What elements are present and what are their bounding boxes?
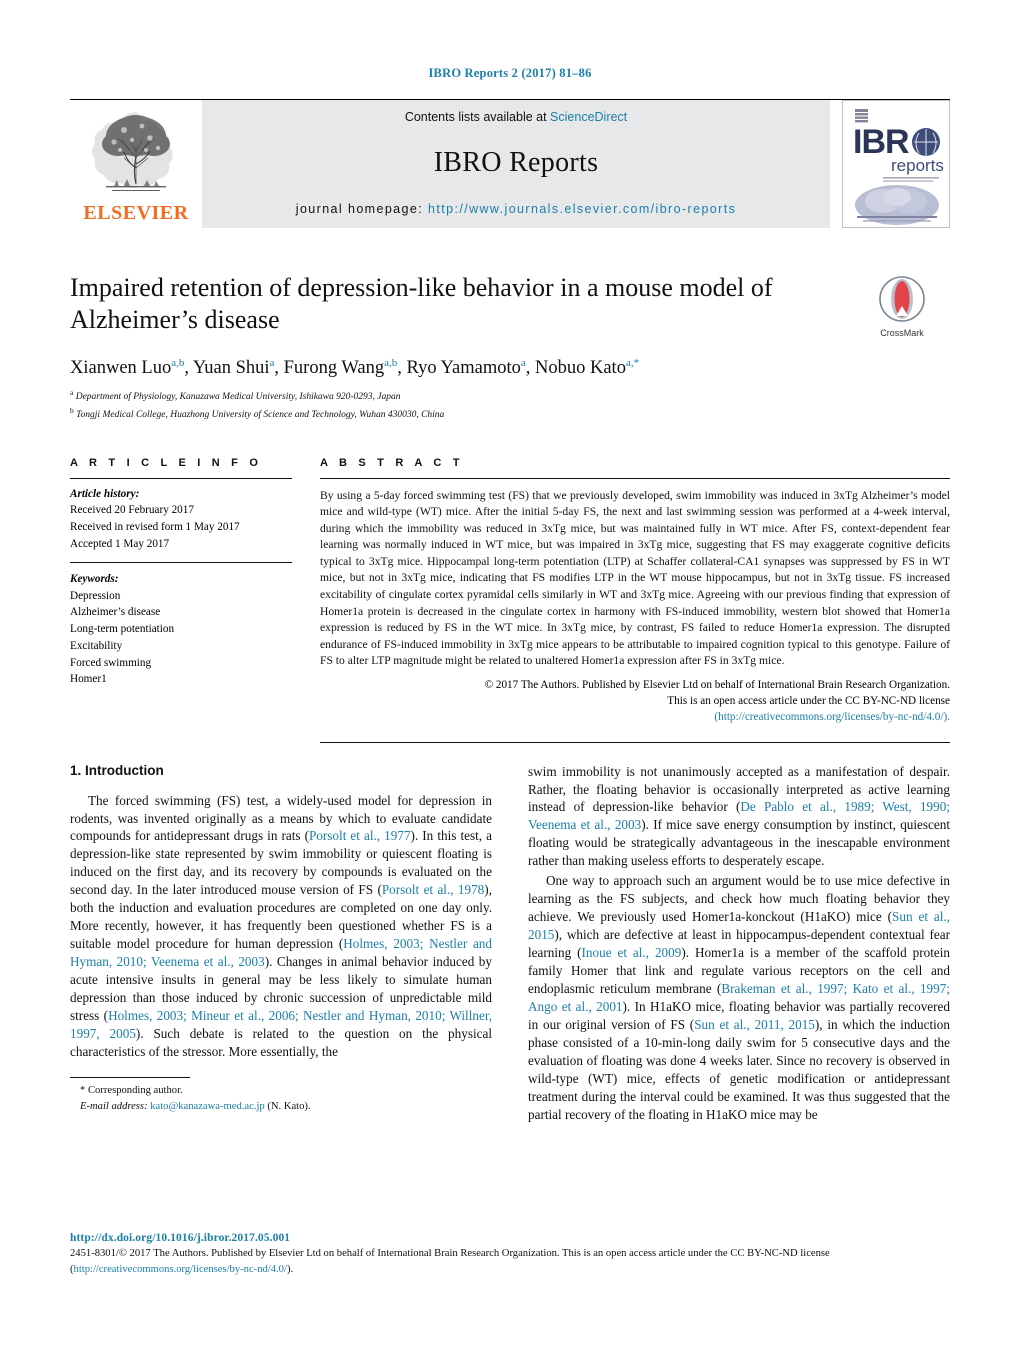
- affiliation-b-text: Tongji Medical College, Huazhong Univers…: [76, 409, 445, 420]
- svg-text:reports: reports: [891, 156, 944, 175]
- body-column-right: swim immobility is not unanimously accep…: [528, 763, 950, 1126]
- elsevier-logo: ELSEVIER: [70, 100, 202, 228]
- author-list: Xianwen Luoa,b, Yuan Shuia, Furong Wanga…: [70, 357, 640, 379]
- contents-prefix: Contents lists available at: [404, 110, 551, 124]
- article-history-label: Article history:: [70, 487, 140, 500]
- contents-available-line: Contents lists available at ScienceDirec…: [405, 110, 627, 124]
- running-head: IBRO Reports 2 (2017) 81–86: [428, 66, 592, 80]
- paragraph: The forced swimming (FS) test, a widely-…: [70, 792, 493, 1059]
- copyright-line-2: This is an open access article under the…: [667, 695, 950, 708]
- article-history: Article history: Received 20 February 20…: [70, 486, 292, 553]
- paragraph: swim immobility is not unanimously accep…: [528, 763, 951, 869]
- journal-band: Contents lists available at ScienceDirec…: [202, 100, 830, 228]
- title-block: Impaired retention of depression-like be…: [70, 272, 950, 423]
- license-link[interactable]: (http://creativecommons.org/licenses/by-…: [320, 709, 950, 725]
- affiliation-b: b Tongji Medical College, Huazhong Unive…: [70, 405, 445, 420]
- page-footer: http://dx.doi.org/10.1016/j.ibror.2017.0…: [70, 1232, 950, 1277]
- section-heading-introduction: 1. Introduction: [70, 762, 164, 778]
- history-item: Accepted 1 May 2017: [70, 537, 170, 550]
- info-abstract-section: A R T I C L E I N F O Article history: R…: [70, 457, 950, 743]
- keyword-item: Depression: [70, 589, 121, 602]
- footnote-rule: [70, 1076, 190, 1078]
- keyword-item: Excitability: [70, 639, 123, 652]
- info-rule-top: [70, 477, 292, 479]
- keywords-block: Keywords: Depression Alzheimer’s disease…: [70, 571, 292, 689]
- crossmark-icon: [879, 276, 925, 322]
- journal-masthead: ELSEVIER Contents lists available at Sci…: [70, 99, 950, 228]
- journal-homepage-line: journal homepage: http://www.journals.el…: [296, 202, 736, 216]
- body-columns: 1. Introduction The forced swimming (FS)…: [70, 763, 950, 1126]
- info-rule-mid: [70, 561, 292, 563]
- email-label: E-mail address:: [80, 1100, 148, 1112]
- footer-copyright: 2451-8301/© 2017 The Authors. Published …: [70, 1246, 950, 1277]
- crossmark-badge[interactable]: CrossMark: [854, 272, 950, 338]
- crossmark-label: CrossMark: [880, 328, 924, 338]
- elsevier-wordmark: ELSEVIER: [83, 202, 189, 224]
- sciencedirect-link[interactable]: ScienceDirect: [550, 110, 627, 124]
- abstract-column: A B S T R A C T By using a 5-day forced …: [320, 457, 950, 743]
- copyright-line-1: © 2017 The Authors. Published by Elsevie…: [484, 678, 950, 691]
- paragraph: One way to approach such an argument wou…: [528, 873, 950, 1122]
- page-title: Impaired retention of depression-like be…: [70, 273, 773, 335]
- journal-title: IBRO Reports: [433, 147, 599, 178]
- doi-link[interactable]: http://dx.doi.org/10.1016/j.ibror.2017.0…: [70, 1232, 950, 1244]
- abstract-rule-bottom: [320, 741, 950, 743]
- abstract-copyright: © 2017 The Authors. Published by Elsevie…: [320, 677, 950, 726]
- abstract-heading: A B S T R A C T: [320, 456, 464, 469]
- history-item: Received 20 February 2017: [70, 504, 194, 517]
- elsevier-tree-icon: [92, 112, 173, 191]
- email-link[interactable]: kato@kanazawa-med.ac.jp: [150, 1101, 264, 1112]
- article-info-heading: A R T I C L E I N F O: [70, 456, 263, 469]
- article-page: IBRO Reports 2 (2017) 81–86 ELSEVIER Con…: [0, 0, 1020, 1351]
- keywords-label: Keywords:: [70, 572, 119, 585]
- history-item: Received in revised form 1 May 2017: [70, 521, 240, 534]
- corresponding-author-note: * Corresponding author.: [80, 1084, 183, 1096]
- keyword-item: Homer1: [70, 673, 107, 686]
- affiliation-a-text: Department of Physiology, Kanazawa Medic…: [75, 391, 401, 402]
- footer-copyright-suffix: ).: [286, 1263, 294, 1275]
- footnote-block: * Corresponding author. E-mail address: …: [70, 1083, 492, 1115]
- keyword-item: Long-term potentiation: [70, 623, 175, 636]
- affiliation-a: a Department of Physiology, Kanazawa Med…: [70, 387, 401, 402]
- body-column-left: 1. Introduction The forced swimming (FS)…: [70, 763, 492, 1126]
- abstract-rule-top: [320, 477, 950, 479]
- email-suffix: (N. Kato).: [267, 1100, 311, 1112]
- abstract-text: By using a 5-day forced swimming test (F…: [320, 488, 950, 668]
- title-and-authors: Impaired retention of depression-like be…: [70, 272, 854, 423]
- email-note: E-mail address: kato@kanazawa-med.ac.jp …: [70, 1099, 492, 1115]
- homepage-url-link[interactable]: http://www.journals.elsevier.com/ibro-re…: [428, 202, 736, 216]
- keyword-item: Alzheimer’s disease: [70, 606, 161, 619]
- footer-license-link[interactable]: http://creativecommons.org/licenses/by-n…: [74, 1264, 287, 1275]
- keyword-item: Forced swimming: [70, 656, 152, 669]
- article-info-column: A R T I C L E I N F O Article history: R…: [70, 457, 292, 743]
- ibro-reports-cover-logo: IBR reports: [842, 100, 950, 228]
- homepage-prefix: journal homepage:: [295, 202, 428, 216]
- ibro-logo-icon: IBR reports: [843, 101, 949, 227]
